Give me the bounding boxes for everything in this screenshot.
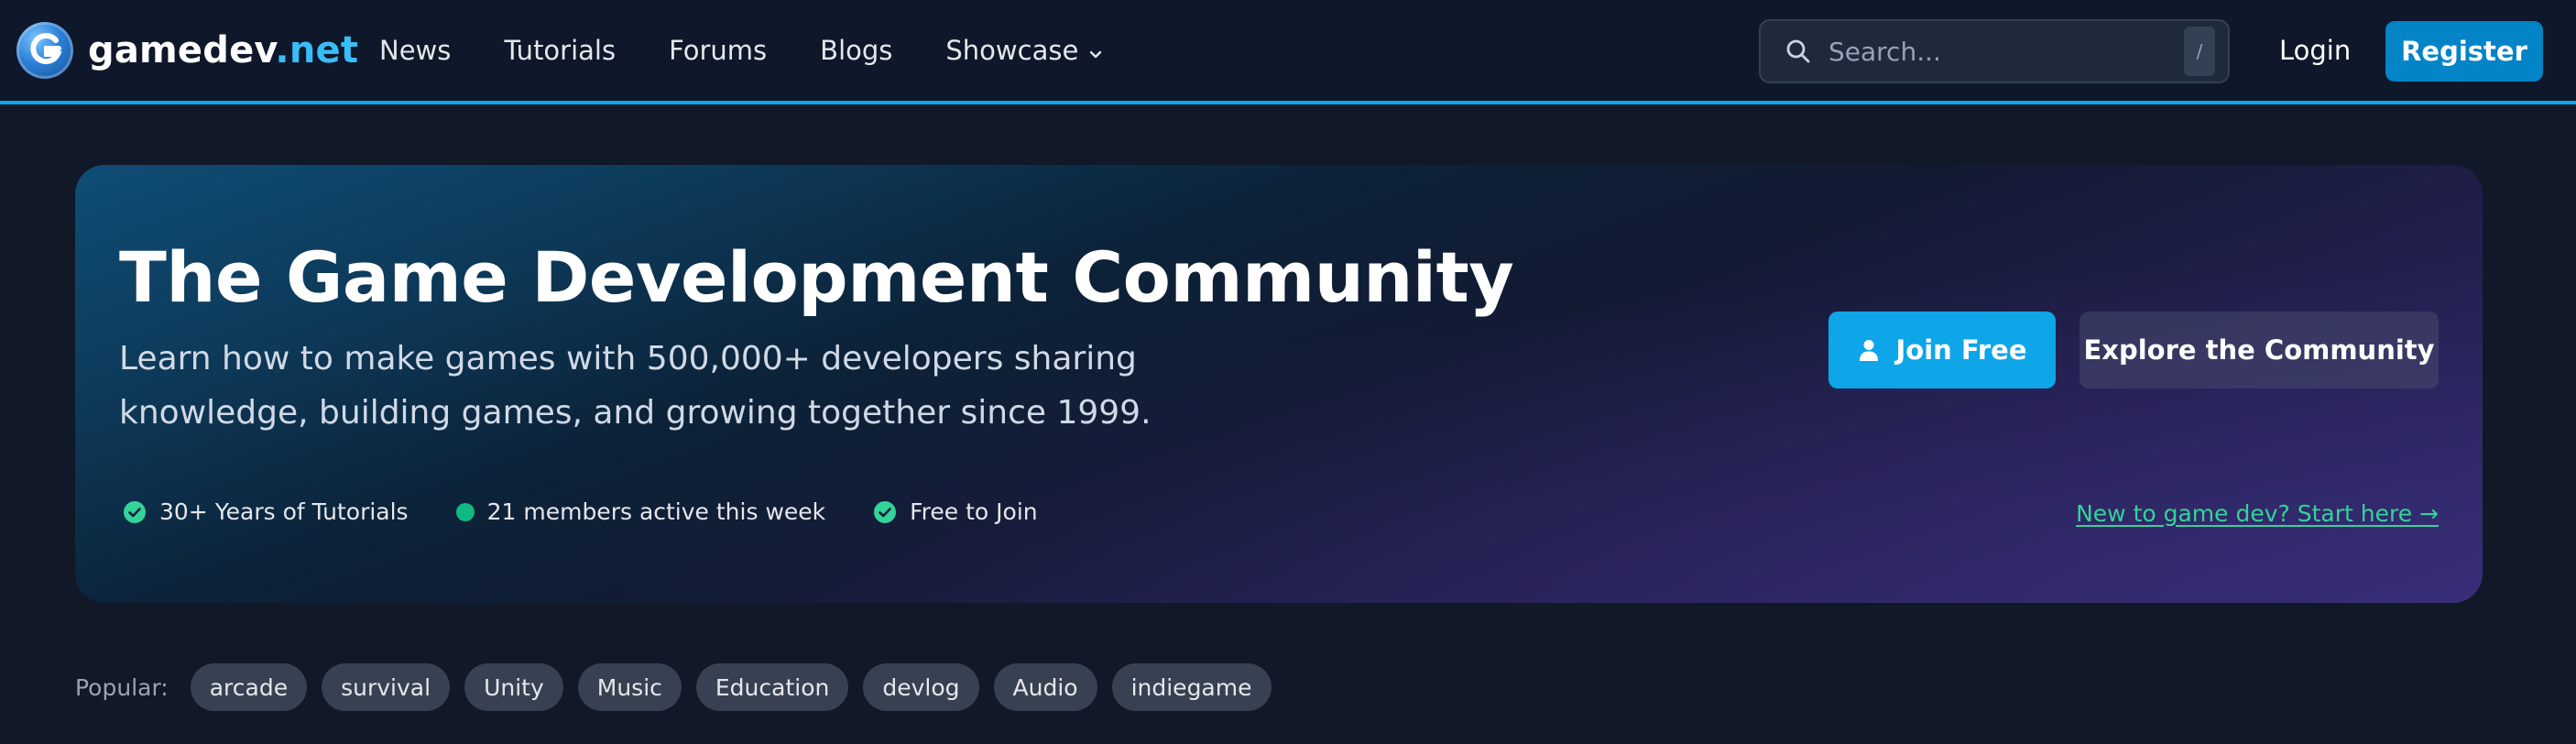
nav-forums[interactable]: Forums: [669, 35, 767, 66]
hero-banner: The Game Development Community Learn how…: [75, 165, 2483, 603]
popular-tags: Popular: arcade survival Unity Music Edu…: [75, 663, 1286, 711]
nav-news[interactable]: News: [379, 35, 451, 66]
feature-tutorials-label: 30+ Years of Tutorials: [159, 498, 409, 525]
register-button[interactable]: Register: [2385, 21, 2543, 82]
nav-blogs[interactable]: Blogs: [820, 35, 892, 66]
search-input[interactable]: [1828, 21, 2184, 82]
nav-tutorials[interactable]: Tutorials: [504, 35, 616, 66]
tag-audio[interactable]: Audio: [993, 663, 1097, 711]
hero-title: The Game Development Community: [119, 236, 1514, 318]
logo-name: gamedev: [88, 29, 276, 71]
user-icon: [1858, 338, 1880, 362]
feature-active-members: 21 members active this week: [455, 498, 826, 525]
gamedev-logo-icon: [16, 22, 73, 79]
chevron-down-icon: [1089, 35, 1102, 66]
tag-arcade[interactable]: arcade: [190, 663, 308, 711]
nav-showcase-label: Showcase: [945, 35, 1079, 66]
search-box[interactable]: /: [1759, 19, 2230, 83]
search-shortcut-key: /: [2184, 27, 2215, 76]
status-dot-icon: [455, 502, 475, 521]
join-free-label: Join Free: [1895, 334, 2027, 366]
nav-news-label: News: [379, 35, 452, 66]
hero-subtitle: Learn how to make games with 500,000+ de…: [119, 340, 1152, 432]
hero-features: 30+ Years of Tutorials 21 members active…: [123, 498, 1086, 525]
check-circle-icon: [873, 500, 897, 524]
site-logo[interactable]: gamedev.net: [16, 22, 358, 79]
tag-music[interactable]: Music: [577, 663, 682, 711]
nav-forums-label: Forums: [669, 35, 768, 66]
feature-active-members-label: 21 members active this week: [486, 498, 826, 525]
main-nav: News Tutorials Forums Blogs Showcase: [379, 0, 1155, 101]
tag-survival[interactable]: survival: [322, 663, 451, 711]
nav-tutorials-label: Tutorials: [504, 35, 617, 66]
tag-devlog[interactable]: devlog: [863, 663, 979, 711]
feature-free: Free to Join: [873, 498, 1038, 525]
tag-indiegame[interactable]: indiegame: [1111, 663, 1272, 711]
explore-community-button[interactable]: Explore the Community: [2079, 312, 2439, 388]
feature-tutorials: 30+ Years of Tutorials: [123, 498, 409, 525]
join-free-button[interactable]: Join Free: [1828, 312, 2056, 388]
logo-text: gamedev.net: [88, 29, 358, 71]
search-icon: [1785, 38, 1812, 65]
nav-showcase[interactable]: Showcase: [945, 35, 1102, 66]
login-link[interactable]: Login: [2279, 0, 2351, 101]
start-here-link[interactable]: New to game dev? Start here →: [2076, 500, 2439, 527]
feature-free-label: Free to Join: [910, 498, 1038, 525]
tag-education[interactable]: Education: [695, 663, 849, 711]
check-circle-icon: [123, 500, 147, 524]
tag-unity[interactable]: Unity: [464, 663, 563, 711]
logo-tld: .net: [275, 29, 359, 71]
popular-label: Popular:: [75, 673, 169, 701]
site-header: gamedev.net News Tutorials Forums Blogs …: [0, 0, 2576, 104]
nav-blogs-label: Blogs: [820, 35, 893, 66]
